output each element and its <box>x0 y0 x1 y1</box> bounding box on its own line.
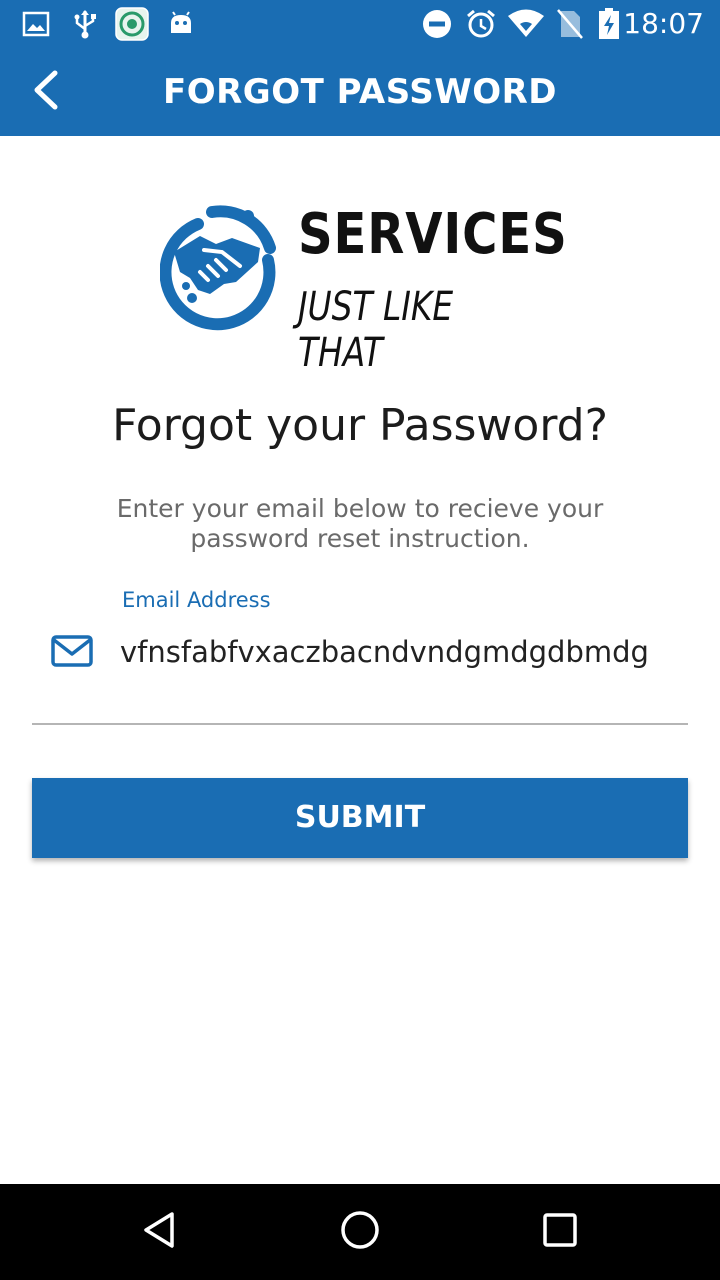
email-field-label: Email Address <box>122 588 271 612</box>
logo-name: SERVICES <box>298 202 568 267</box>
image-icon <box>20 8 52 40</box>
chevron-left-icon <box>31 70 61 114</box>
home-circle-icon <box>339 1209 381 1255</box>
status-time: 18:07 <box>623 7 704 40</box>
battery-charging-icon <box>596 8 622 40</box>
handshake-icon <box>159 202 280 332</box>
logo-tagline: JUST LIKE THAT <box>298 284 454 376</box>
usb-icon <box>70 8 100 40</box>
email-field[interactable]: vfnsfabfvxaczbacndvndgmdgdbmdg <box>120 628 688 676</box>
forgot-password-heading: Forgot your Password? <box>112 400 608 451</box>
page-title: FORGOT PASSWORD <box>162 72 558 112</box>
do-not-disturb-icon <box>420 8 454 40</box>
no-sim-icon <box>554 8 586 40</box>
instruction-text: Enter your email below to recieve your p… <box>116 494 604 553</box>
email-field-underline <box>32 723 688 725</box>
nav-back-button[interactable] <box>136 1208 184 1256</box>
logo: SERVICES JUST LIKE THAT <box>159 198 567 376</box>
wifi-icon <box>506 8 546 40</box>
status-bar: 18:07 <box>0 0 720 48</box>
navigation-bar <box>0 1184 720 1280</box>
nav-recents-button[interactable] <box>536 1208 584 1256</box>
submit-button[interactable]: SUBMIT <box>32 778 688 858</box>
email-field-value: vfnsfabfvxaczbacndvndgmdgdbmdg <box>120 635 649 669</box>
back-triangle-icon <box>140 1210 180 1254</box>
nav-home-button[interactable] <box>336 1208 384 1256</box>
back-button[interactable] <box>14 60 78 124</box>
alarm-icon <box>464 8 498 40</box>
app-notification-icon <box>114 7 150 41</box>
android-icon <box>166 8 196 40</box>
app-bar: FORGOT PASSWORD <box>0 48 720 136</box>
recents-square-icon <box>541 1211 579 1253</box>
mail-icon <box>50 632 94 672</box>
